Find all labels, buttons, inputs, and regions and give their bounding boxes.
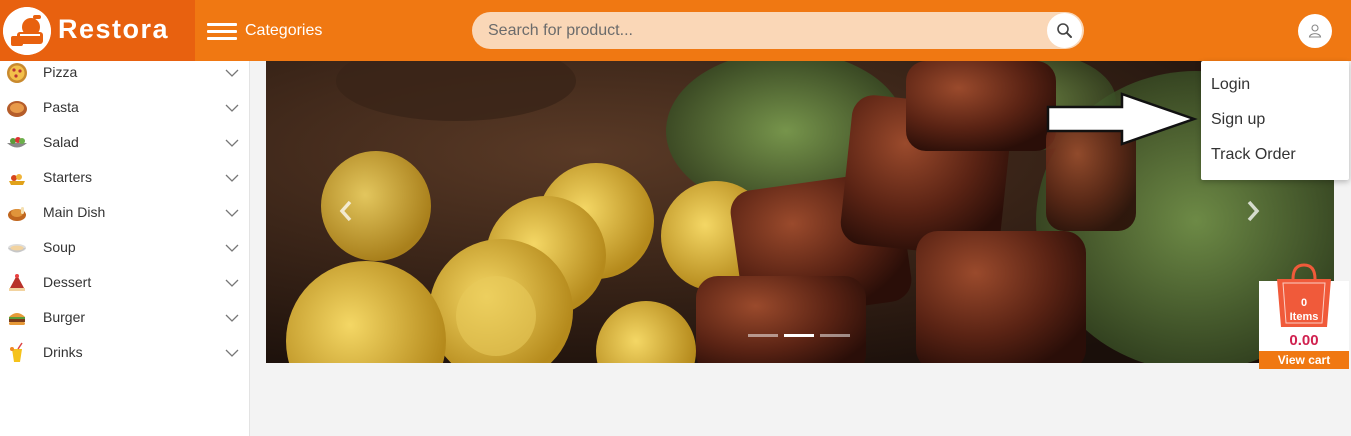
- search-icon: [1057, 23, 1072, 38]
- sidebar-item-drinks[interactable]: Drinks: [0, 337, 249, 372]
- sidebar-item-salad[interactable]: Salad: [0, 127, 249, 162]
- categories-label: Categories: [245, 22, 323, 39]
- user-icon: [1308, 24, 1322, 38]
- pasta-icon: [7, 101, 27, 117]
- chevron-down-icon: [225, 314, 239, 322]
- chevron-down-icon: [225, 139, 239, 147]
- carousel-indicator[interactable]: [748, 334, 778, 337]
- carousel-indicator[interactable]: [820, 334, 850, 337]
- chevron-down-icon: [225, 69, 239, 77]
- salad-icon: [7, 137, 27, 148]
- signup-menu-item[interactable]: Sign up: [1211, 111, 1265, 129]
- cart-total: 0.00: [1289, 332, 1319, 349]
- chevron-down-icon: [225, 349, 239, 357]
- chevron-right-icon: [1247, 200, 1260, 222]
- top-header: Restora Categories: [0, 0, 1351, 61]
- dessert-icon: [9, 274, 25, 291]
- carousel-indicator-active[interactable]: [784, 334, 814, 337]
- starters-icon: [9, 174, 25, 185]
- sidebar-item-main-dish[interactable]: Main Dish: [0, 197, 249, 232]
- search-button[interactable]: [1047, 13, 1082, 48]
- drinks-icon: [10, 342, 23, 362]
- chevron-down-icon: [225, 279, 239, 287]
- sidebar-item-soup[interactable]: Soup: [0, 232, 249, 267]
- user-dropdown-menu: Login Sign up Track Order: [1201, 61, 1349, 180]
- sidebar-item-pizza[interactable]: Pizza: [0, 57, 249, 92]
- annotation-arrow-icon: [1046, 92, 1198, 146]
- carousel-next-button[interactable]: [1241, 196, 1265, 226]
- brand-name: Restora: [58, 14, 170, 44]
- carousel-prev-button[interactable]: [334, 196, 358, 226]
- burger-icon: [9, 313, 25, 325]
- pizza-icon: [7, 63, 27, 83]
- search-bar: [472, 12, 1084, 49]
- chevron-left-icon: [339, 200, 352, 222]
- sidebar-item-pasta[interactable]: Pasta: [0, 92, 249, 127]
- sidebar-item-dessert[interactable]: Dessert: [0, 267, 249, 302]
- restaurant-logo-icon: [3, 7, 51, 55]
- chevron-down-icon: [225, 209, 239, 217]
- login-menu-item[interactable]: Login: [1211, 76, 1250, 94]
- category-sidebar: Pizza Pasta Salad Starters Main Dish Sou…: [0, 61, 250, 436]
- chevron-down-icon: [225, 174, 239, 182]
- user-account-button[interactable]: [1298, 14, 1332, 48]
- search-input[interactable]: [472, 12, 1042, 49]
- chevron-down-icon: [225, 244, 239, 252]
- hamburger-icon: [207, 22, 237, 40]
- cart-items-label: Items: [1289, 311, 1319, 323]
- soup-icon: [8, 244, 26, 253]
- main-dish-icon: [8, 207, 26, 221]
- cart-count: 0: [1300, 297, 1308, 309]
- floating-cart[interactable]: 0 Items 0.00 View cart: [1259, 263, 1349, 369]
- sidebar-item-starters[interactable]: Starters: [0, 162, 249, 197]
- sidebar-item-burger[interactable]: Burger: [0, 302, 249, 337]
- view-cart-button[interactable]: View cart: [1259, 351, 1349, 369]
- logo[interactable]: Restora: [0, 0, 195, 61]
- chevron-down-icon: [225, 104, 239, 112]
- categories-button[interactable]: Categories: [207, 18, 322, 44]
- track-order-menu-item[interactable]: Track Order: [1211, 146, 1296, 164]
